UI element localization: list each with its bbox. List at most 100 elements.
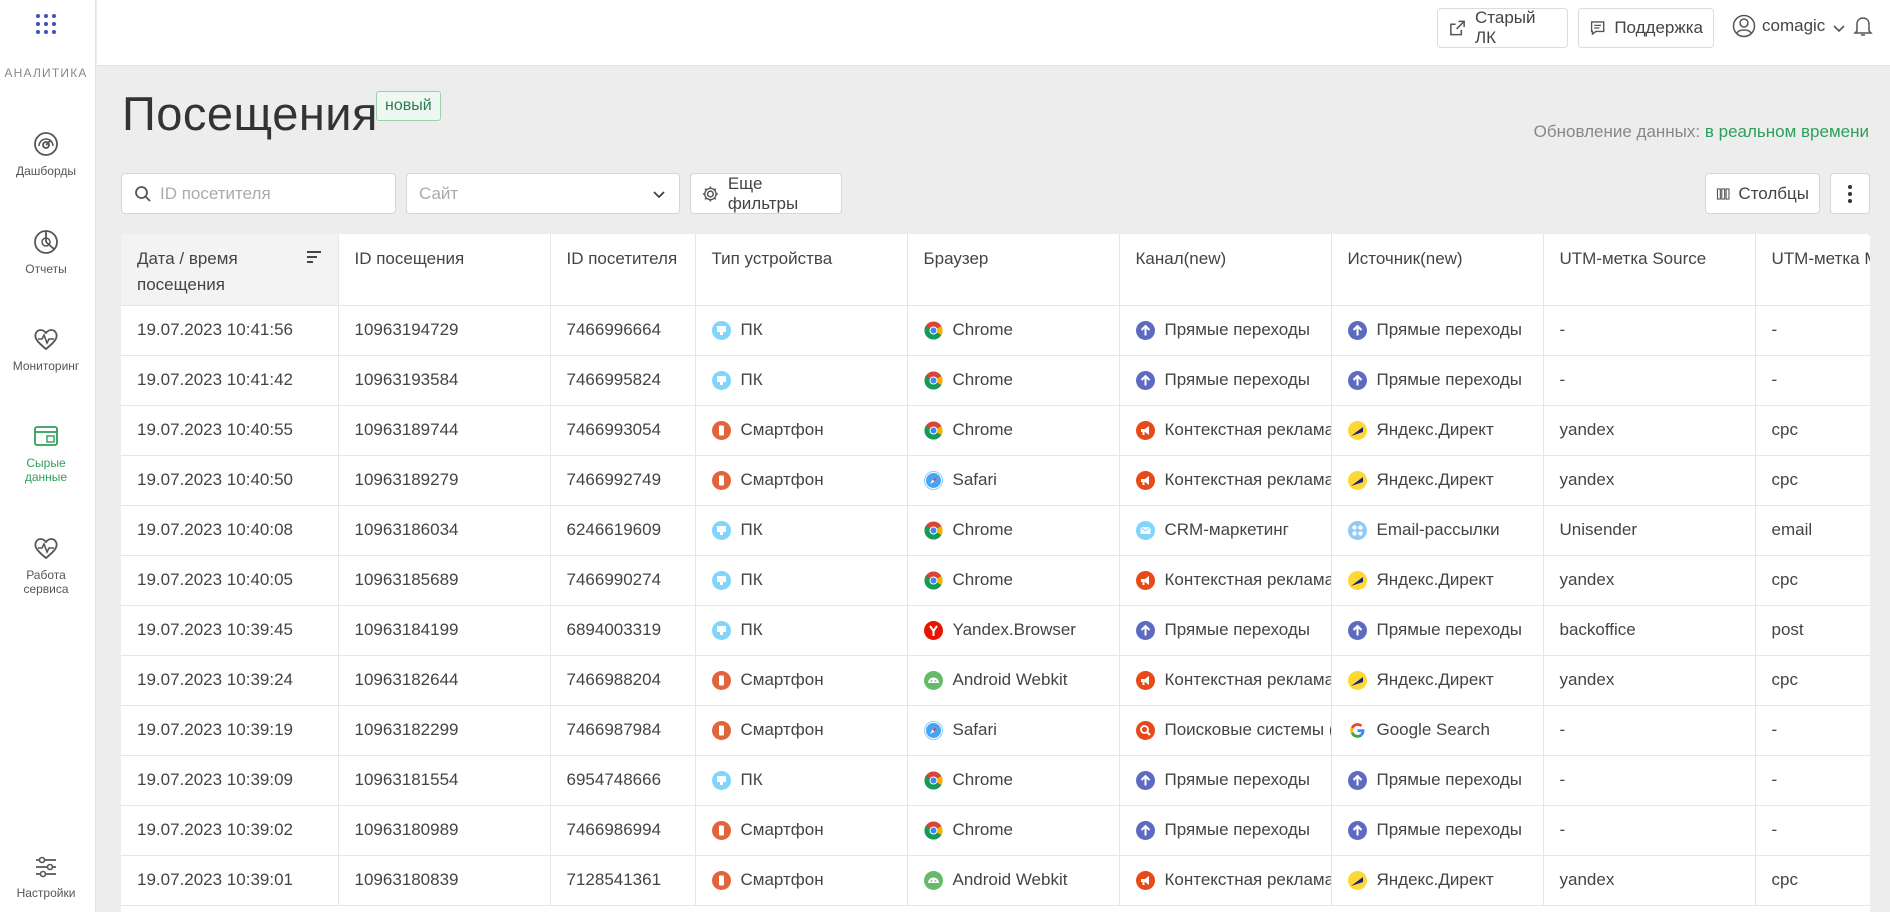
sidebar-item-label: Работа сервиса [23,568,69,596]
chat-icon [1590,21,1605,36]
cell-browser: Chrome [907,405,1120,456]
sidebar-item-reports[interactable]: Отчеты [0,228,92,276]
cell-utm-medium: cpc [1755,455,1870,506]
cell-utm-source: yandex [1543,655,1756,706]
cell-source: Прямые переходы [1331,755,1544,806]
old-cabinet-button[interactable]: Старый ЛК [1437,8,1568,48]
cell-source: Прямые переходы [1331,605,1544,656]
table-row[interactable]: 19.07.2023 10:41:42 10963193584 7466995824… [121,355,1870,406]
table-row[interactable]: 19.07.2023 10:39:24 10963182644 7466988204… [121,655,1870,706]
cell-text: Смартфон [740,470,824,489]
cell-text: Прямые переходы [1376,370,1523,389]
cell-device: ПК [695,555,908,606]
chrome-icon [923,771,943,790]
cell-utm-source: - [1543,755,1756,806]
google-icon [1348,721,1367,740]
table-row[interactable]: 19.07.2023 10:39:02 10963180989 7466986994… [121,805,1870,856]
sidebar-item-settings[interactable]: Настройки [0,854,92,900]
table-row[interactable]: 19.07.2023 10:40:05 10963185689 7466990274… [121,555,1870,606]
sidebar-item-service[interactable]: Работа сервиса [0,534,92,596]
cell-datetime: 19.07.2023 10:40:50 [121,455,339,506]
context-ads-icon [1135,420,1155,440]
cell-visitor-id: 6246619609 [550,505,696,556]
apps-grid-icon[interactable] [36,14,56,34]
cell-visitor-id: 7466986994 [550,805,696,856]
cell-text: Safari [952,470,997,489]
cell-visit-id: 10963189279 [338,455,551,506]
cell-device: Смартфон [695,405,908,456]
cell-source: Яндекс.Директ [1331,405,1544,456]
cell-utm-medium: - [1755,705,1870,756]
cell-datetime: 19.07.2023 10:40:05 [121,555,339,606]
direct-arrow-icon [1135,770,1155,790]
cell-utm-source: yandex [1543,405,1756,456]
smartphone-icon [711,870,731,890]
column-header-visitor-id[interactable]: ID посетителя [550,234,696,306]
sidebar-item-label: Дашборды [16,164,76,178]
sidebar-item-raw-data[interactable]: Сырые данные [0,422,92,484]
sort-icon[interactable] [306,250,322,264]
column-header-browser[interactable]: Браузер [907,234,1120,306]
column-header-channel[interactable]: Канал(new) [1119,234,1332,306]
cell-browser: Chrome [907,505,1120,556]
bell-icon[interactable] [1853,15,1874,37]
chrome-icon [923,821,943,840]
table-row[interactable]: 19.07.2023 10:41:56 10963194729 7466996664… [121,305,1870,356]
cell-device: Смартфон [695,455,908,506]
more-actions-button[interactable] [1830,173,1870,214]
smartphone-icon [711,720,731,740]
search-icon [135,185,151,202]
cell-utm-source: - [1543,355,1756,406]
sidebar-item-dashboards[interactable]: Дашборды [0,130,92,178]
cell-text: Яндекс.Директ [1376,870,1494,889]
column-header-utm-source[interactable]: UTM-метка Source [1543,234,1756,306]
more-filters-button[interactable]: Еще фильтры [690,173,842,214]
visitor-search[interactable] [121,173,396,214]
table-row[interactable]: 19.07.2023 10:40:50 10963189279 7466992749… [121,455,1870,506]
brand-label: АНАЛИТИКА [4,66,88,80]
direct-arrow-icon [1347,370,1367,390]
table-row[interactable]: 19.07.2023 10:39:01 10963180839 7128541361… [121,855,1870,906]
column-header-label: Дата / время посещения [137,249,238,294]
new-badge: новый [376,91,441,121]
smartphone-icon [711,820,731,840]
table-row[interactable]: 19.07.2023 10:40:55 10963189744 7466993054… [121,405,1870,456]
user-menu[interactable]: comagic [1732,14,1874,38]
column-header-datetime[interactable]: Дата / время посещения [121,234,339,306]
support-button[interactable]: Поддержка [1578,8,1714,48]
table-row[interactable]: 19.07.2023 10:39:45 10963184199 6894003319… [121,605,1870,656]
cell-source: Прямые переходы [1331,355,1544,406]
columns-button[interactable]: Столбцы [1705,173,1820,214]
table-row[interactable]: 19.07.2023 10:39:09 10963181554 6954748666… [121,755,1870,806]
column-header-source[interactable]: Источник(new) [1331,234,1544,306]
cell-visit-id: 10963186034 [338,505,551,556]
cell-channel: Контекстная реклама [1119,855,1332,906]
cell-text: Прямые переходы [1164,370,1311,389]
table-row[interactable]: 19.07.2023 10:40:08 10963186034 6246619609… [121,505,1870,556]
yandex-direct-icon [1347,470,1367,490]
table-row[interactable]: 19.07.2023 10:39:19 10963182299 7466987984… [121,705,1870,756]
visitor-id-input[interactable] [160,183,370,204]
cell-text: Контекстная реклама [1164,420,1331,439]
cell-source: Яндекс.Директ [1331,555,1544,606]
data-update-info: Обновление данных: в реальном времени [1534,122,1869,142]
cell-visit-id: 10963194729 [338,305,551,356]
column-header-utm-medium[interactable]: UTM-метка Medium [1755,234,1870,306]
cell-text: Chrome [952,320,1013,339]
cell-visitor-id: 7466990274 [550,555,696,606]
column-header-device[interactable]: Тип устройства [695,234,908,306]
sidebar-item-monitoring[interactable]: Мониторинг [0,325,92,373]
cell-channel: Прямые переходы [1119,805,1332,856]
cell-text: Смартфон [740,820,824,839]
cell-utm-source: yandex [1543,555,1756,606]
cell-visitor-id: 7466992749 [550,455,696,506]
cell-datetime: 19.07.2023 10:39:24 [121,655,339,706]
cell-device: ПК [695,505,908,556]
cell-visit-id: 10963181554 [338,755,551,806]
site-select[interactable]: Сайт [406,173,680,214]
yandex-direct-icon [1347,420,1367,440]
cell-browser: Chrome [907,355,1120,406]
column-header-visit-id[interactable]: ID посещения [338,234,551,306]
cell-text: Chrome [952,370,1013,389]
cell-utm-medium: cpc [1755,555,1870,606]
